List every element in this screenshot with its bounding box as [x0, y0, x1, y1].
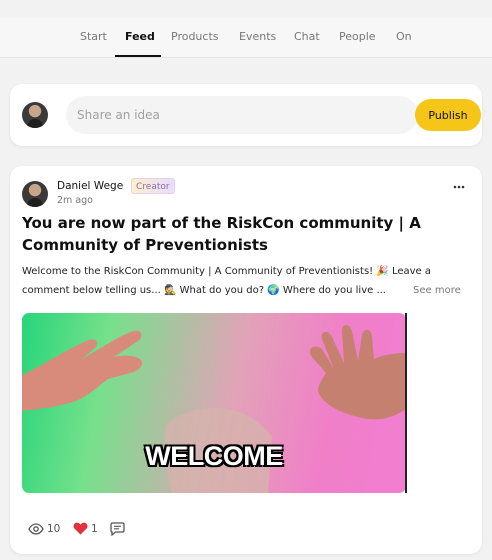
tab-people[interactable]: People [339, 30, 376, 43]
tab-on[interactable]: On [396, 30, 412, 43]
author-avatar[interactable] [22, 181, 48, 207]
welcome-gif[interactable]: WELCOME [22, 313, 406, 493]
media-divider [405, 313, 407, 493]
media-caption: WELCOME [145, 441, 283, 471]
more-icon[interactable] [450, 180, 468, 194]
top-navigation: Start Feed Products Events Chat People O… [0, 18, 492, 58]
tab-chat[interactable]: Chat [294, 30, 320, 43]
likes-count: 1 [91, 523, 98, 535]
avatar[interactable] [22, 102, 48, 128]
active-tab-indicator [115, 55, 161, 57]
comment-icon [110, 522, 125, 536]
eye-icon [28, 523, 44, 535]
publish-button[interactable]: Publish [415, 99, 481, 131]
post-title[interactable]: You are now part of the RiskCon communit… [22, 212, 462, 256]
tab-start[interactable]: Start [80, 30, 107, 43]
post-timestamp: 2m ago [57, 195, 93, 206]
views-stat[interactable]: 10 [28, 520, 62, 538]
post-body: Welcome to the RiskCon Community | A Com… [22, 266, 432, 296]
tab-events[interactable]: Events [239, 30, 276, 43]
tab-feed[interactable]: Feed [125, 30, 155, 43]
heart-icon [73, 522, 88, 535]
feed-post: Daniel Wege Creator 2m ago You are now p… [10, 166, 482, 554]
post-composer: Publish [10, 84, 482, 146]
like-button[interactable]: 1 [73, 520, 101, 538]
creator-badge: Creator [131, 178, 175, 194]
comment-button[interactable] [110, 520, 128, 538]
share-idea-input[interactable] [66, 96, 418, 134]
views-count: 10 [47, 523, 61, 535]
tab-products[interactable]: Products [171, 30, 219, 43]
author-name[interactable]: Daniel Wege [57, 180, 123, 192]
see-more-link[interactable]: See more [413, 281, 461, 300]
